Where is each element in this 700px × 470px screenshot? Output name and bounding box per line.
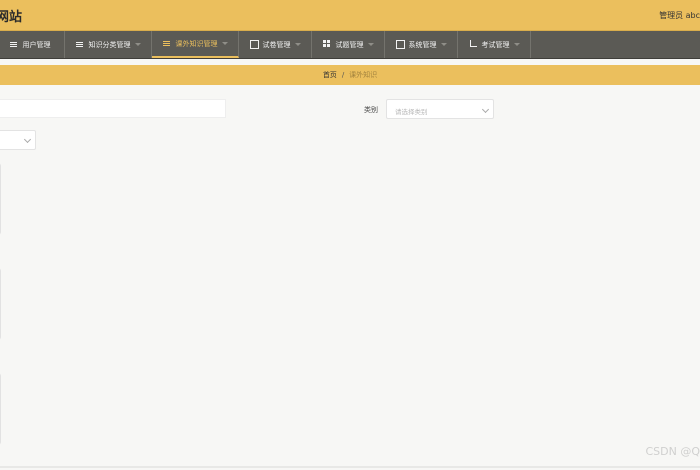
grid-icon [322, 40, 332, 49]
chevron-down-icon [481, 105, 490, 114]
content-card[interactable] [0, 373, 1, 445]
nav-item-system-management[interactable]: 系统管理 [385, 31, 458, 58]
list-icon [75, 40, 85, 49]
chevron-down-icon [134, 43, 141, 46]
nav-item-exam-management[interactable]: 考试管理 [458, 31, 531, 58]
crop-icon [469, 40, 478, 49]
nav-item-extracurricular-knowledge[interactable]: 课外知识管理 [152, 31, 239, 58]
chevron-down-icon [440, 43, 447, 46]
breadcrumb-separator: / [341, 71, 345, 79]
nav-item-question-management[interactable]: 试题管理 [312, 31, 385, 58]
breadcrumb-current: 课外知识 [349, 71, 378, 79]
chevron-down-icon [367, 43, 374, 46]
user-info[interactable]: 管理员 abc [659, 10, 700, 21]
nav-item-label: 知识分类管理 [88, 40, 131, 49]
nav-item-label: 试题管理 [335, 40, 364, 49]
list-icon [9, 40, 19, 49]
breadcrumb-home[interactable]: 首页 [323, 71, 337, 79]
main-nav: 用户管理 知识分类管理 课外知识管理 试卷管理 试题管理 系统管理 考试管理 [0, 31, 700, 59]
nav-item-paper-management[interactable]: 试卷管理 [239, 31, 312, 58]
watermark: CSDN @Q [645, 445, 700, 458]
chevron-down-icon [513, 43, 520, 46]
document-icon [249, 40, 259, 49]
nav-item-user-management[interactable]: 用户管理 [0, 31, 65, 58]
list-icon [162, 39, 172, 48]
nav-item-label: 用户管理 [22, 40, 51, 49]
chevron-down-icon [221, 42, 228, 45]
chevron-down-icon [23, 135, 32, 144]
chevron-down-icon [294, 43, 301, 46]
category-placeholder: 请选择类别 [395, 108, 428, 116]
footer-divider [0, 466, 700, 468]
nav-item-label: 课外知识管理 [175, 39, 218, 48]
search-input[interactable] [0, 99, 226, 118]
nav-item-category-management[interactable]: 知识分类管理 [65, 31, 152, 58]
category-label: 类别 [364, 106, 378, 114]
nav-item-label: 考试管理 [481, 40, 510, 49]
content-card[interactable] [0, 268, 1, 340]
site-title: 网站 [0, 10, 23, 25]
breadcrumb: 首页 / 课外知识 [0, 70, 700, 80]
nav-item-label: 系统管理 [408, 40, 437, 49]
content-card[interactable] [0, 163, 1, 235]
settings-icon [395, 40, 405, 49]
secondary-select[interactable] [0, 130, 36, 150]
breadcrumb-bar: 首页 / 课外知识 [0, 65, 700, 85]
top-header: 网站 管理员 abc [0, 0, 700, 31]
nav-item-label: 试卷管理 [262, 40, 291, 49]
category-select[interactable]: 请选择类别 [386, 99, 494, 119]
